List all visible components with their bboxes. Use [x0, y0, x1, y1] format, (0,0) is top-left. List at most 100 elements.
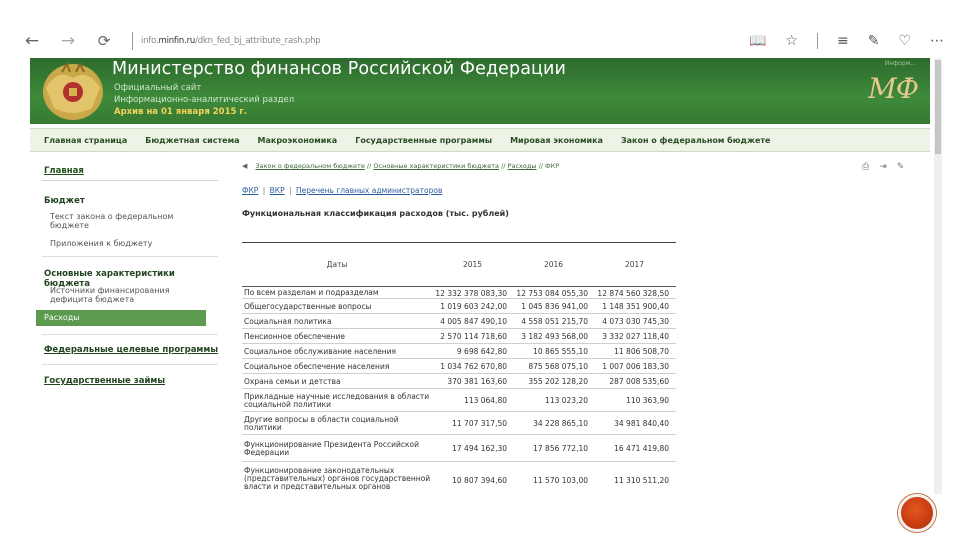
back-arrow-icon[interactable]: ←: [20, 31, 44, 51]
tab-administrators[interactable]: Перечень главных администраторов: [296, 186, 442, 195]
value-cell: 4 005 847 490,10: [440, 317, 507, 326]
nav-macroeconomics[interactable]: Макроэкономика: [258, 136, 338, 145]
table-row: Социальное обслуживание населения 9 698 …: [242, 345, 676, 359]
table-row: Прикладные научные исследования в област…: [242, 390, 676, 412]
value-cell: 113 023,20: [545, 396, 588, 405]
app-window: ← → ⟳ info.minfin.ru/dkn_fed_bj_attribut…: [0, 0, 960, 540]
actions-divider: [816, 33, 818, 49]
breadcrumb-separator: //: [501, 162, 506, 170]
nav-state-programs[interactable]: Государственные программы: [355, 136, 492, 145]
print-icon[interactable]: ⎙: [862, 162, 869, 172]
browser-toolbar: ← → ⟳ info.minfin.ru/dkn_fed_bj_attribut…: [0, 24, 960, 58]
nav-main-page[interactable]: Главная страница: [44, 136, 127, 145]
header-cell: 2015: [462, 260, 483, 269]
table-row: Пенсионное обеспечение 2 570 114 718,60 …: [242, 330, 676, 344]
scrollbar-thumb[interactable]: [935, 60, 941, 154]
classification-tabs: ФКР | ВКР | Перечень главных администрат…: [242, 186, 442, 195]
export-icon[interactable]: ⇥: [879, 162, 887, 172]
row-label: Социальное обеспечение населения: [244, 361, 390, 371]
row-label: Прикладные научные исследования в област…: [244, 391, 430, 409]
value-cell: 11 707 317,50: [452, 419, 507, 428]
forward-arrow-icon[interactable]: →: [56, 31, 80, 51]
url-prefix: info.: [141, 36, 159, 46]
sidebar-divider: [42, 256, 218, 257]
value-cell: 113 064,80: [464, 396, 507, 405]
row-label: Социальная политика: [244, 316, 332, 326]
sidebar-item-appendices[interactable]: Приложения к бюджету: [50, 239, 210, 248]
value-cell: 875 568 075,10: [528, 362, 588, 371]
breadcrumb-item[interactable]: Расходы: [508, 162, 537, 170]
archive-date: Архив на 01 января 2015 г.: [114, 107, 248, 117]
value-cell: 10 865 555,10: [533, 347, 588, 356]
sidebar-link-state-loans[interactable]: Государственные займы: [44, 376, 165, 386]
value-cell: 1 148 351 900,40: [602, 302, 669, 311]
tab-vkr[interactable]: ВКР: [270, 186, 285, 195]
sidebar-link-target-programs[interactable]: Федеральные целевые программы: [44, 345, 218, 355]
value-cell: 1 019 603 242,00: [440, 302, 507, 311]
sidebar-heading-budget: Бюджет: [44, 196, 85, 206]
row-label: Другие вопросы в области социальной поли…: [244, 414, 399, 432]
sidebar-divider: [42, 334, 218, 335]
logo-caption: Информ...: [884, 60, 916, 67]
sidebar-item-deficit-sources[interactable]: Источники финансирования дефицита бюджет…: [50, 286, 210, 304]
value-cell: 1 034 762 670,80: [440, 362, 507, 371]
sidebar-divider: [42, 364, 218, 365]
minfin-logo[interactable]: МФ: [868, 72, 919, 105]
row-label: Пенсионное обеспечение: [244, 331, 346, 341]
sidebar-item-expenses[interactable]: Расходы: [36, 310, 206, 326]
value-cell: 12 753 084 055,30: [516, 288, 588, 298]
vertical-scrollbar[interactable]: [934, 58, 942, 494]
table-title: Функциональная классификация расходов (т…: [242, 209, 509, 218]
breadcrumb: ◀ Закон о федеральном бюджете // Основны…: [242, 162, 559, 170]
nav-world-economy[interactable]: Мировая экономика: [510, 136, 603, 145]
breadcrumb-separator: //: [538, 162, 543, 170]
reload-icon[interactable]: ⟳: [92, 32, 116, 50]
value-cell: 355 202 128,20: [528, 377, 588, 386]
table-row: Социальное обеспечение населения 1 034 7…: [242, 360, 676, 374]
breadcrumb-item[interactable]: Основные характеристики бюджета: [373, 162, 499, 170]
sidebar-home-link[interactable]: Главная: [44, 166, 84, 176]
sidebar-item-law-text[interactable]: Текст закона о федеральном бюджете: [50, 212, 210, 230]
value-cell: 17 494 162,30: [452, 444, 507, 453]
hub-menu-icon[interactable]: ≡: [837, 33, 849, 49]
site-header: Министерство финансов Российской Федерац…: [30, 58, 930, 124]
value-cell: 287 008 535,60: [609, 377, 669, 386]
sidebar-divider: [42, 180, 218, 181]
value-cell: 1 007 006 183,30: [602, 362, 669, 371]
reading-view-icon[interactable]: 📖: [749, 33, 766, 49]
address-bar[interactable]: info.minfin.ru/dkn_fed_bj_attribute_rash…: [141, 36, 321, 46]
value-cell: 4 558 051 215,70: [521, 317, 588, 326]
header-cell: 2017: [624, 260, 645, 269]
edit-icon[interactable]: ✎: [897, 162, 905, 172]
nav-budget-law[interactable]: Закон о федеральном бюджете: [621, 136, 771, 145]
table-row: Функционирование законодательных (предст…: [242, 463, 676, 491]
table-row: Функционирование Президента Российской Ф…: [242, 436, 676, 462]
value-cell: 9 698 642,80: [456, 347, 507, 356]
site-subtitle-official: Официальный сайт: [114, 83, 202, 93]
back-triangle-icon[interactable]: ◀: [242, 162, 247, 170]
nav-budget-system[interactable]: Бюджетная система: [145, 136, 239, 145]
table-header: Даты 2015 2016 2017: [242, 243, 676, 287]
value-cell: 4 073 030 745,30: [602, 317, 669, 326]
more-icon[interactable]: ⋯: [930, 33, 944, 49]
table-row: По всем разделам и подразделам 12 332 37…: [242, 288, 676, 299]
tab-separator: |: [289, 186, 292, 195]
value-cell: 34 981 840,40: [614, 419, 669, 428]
row-label: По всем разделам и подразделам: [244, 288, 379, 297]
tab-fkr[interactable]: ФКР: [242, 186, 258, 195]
table-row: Другие вопросы в области социальной поли…: [242, 413, 676, 435]
table-row: Общегосударственные вопросы 1 019 603 24…: [242, 300, 676, 314]
breadcrumb-item[interactable]: Закон о федеральном бюджете: [255, 162, 364, 170]
web-note-icon[interactable]: ✎: [868, 33, 880, 49]
site-title: Министерство финансов Российской Федерац…: [112, 59, 566, 79]
row-label: Охрана семьи и детства: [244, 376, 341, 386]
share-icon[interactable]: ♡: [898, 33, 911, 49]
url-path: /dkn_fed_bj_attribute_rash.php: [195, 36, 321, 46]
header-cell: 2016: [543, 260, 564, 269]
slide-number-badge: [898, 494, 936, 532]
value-cell: 12 332 378 083,30: [435, 288, 507, 298]
value-cell: 2 570 114 718,60: [440, 332, 507, 341]
favorite-star-icon[interactable]: ☆: [785, 33, 798, 49]
page-tools: ⎙ ⇥ ✎: [862, 162, 904, 172]
value-cell: 11 570 103,00: [533, 476, 588, 485]
